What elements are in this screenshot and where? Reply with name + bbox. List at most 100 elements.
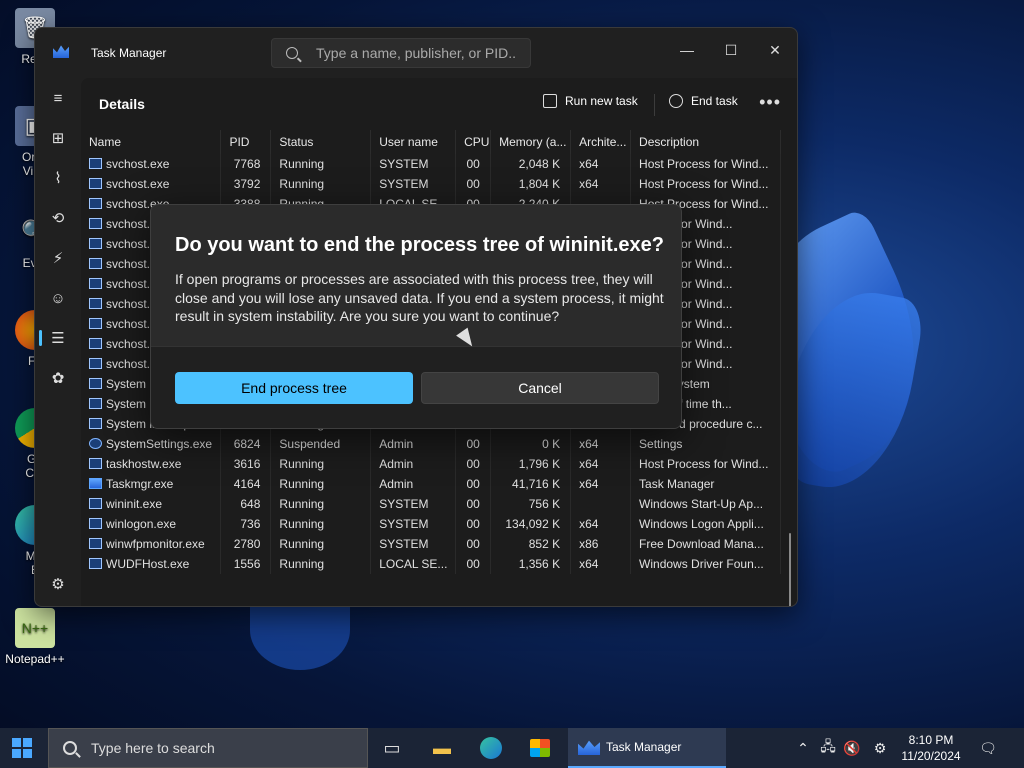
process-icon [89, 198, 102, 209]
cpu-cell-text: 00 [466, 457, 480, 471]
microsoft-store-icon[interactable] [522, 734, 558, 762]
architecture-cell [570, 494, 632, 514]
volume-muted-icon[interactable]: 🔇 [840, 728, 864, 768]
column-header-architecture[interactable]: Archite... [570, 130, 632, 154]
column-header-user-name[interactable]: User name [370, 130, 457, 154]
column-header-name[interactable]: Name [81, 130, 222, 154]
architecture-cell: x64 [570, 474, 632, 494]
architecture-cell: x86 [570, 534, 632, 554]
user-name-cell-text: SYSTEM [379, 497, 429, 511]
end-process-tree-button[interactable]: End process tree [175, 372, 413, 404]
pid-cell: 3616 [220, 454, 272, 474]
status-cell: Running [270, 174, 372, 194]
process-name-cell: SystemSettings.exe [81, 434, 222, 454]
memory-cell: 41,716 K [490, 474, 572, 494]
cpu-cell: 00 [455, 154, 492, 174]
task-view-icon[interactable]: ▭ [374, 734, 410, 762]
performance-icon[interactable]: ⌇ [35, 158, 81, 198]
taskbar-search-placeholder: Type here to search [91, 740, 215, 756]
file-explorer-icon[interactable]: ▬ [424, 734, 460, 762]
edge-icon[interactable] [473, 734, 509, 762]
process-name-cell-text: winwfpmonitor.exe [106, 537, 205, 551]
cpu-cell: 00 [455, 534, 492, 554]
cancel-button[interactable]: Cancel [421, 372, 659, 404]
search-input[interactable] [316, 45, 516, 61]
process-icon [89, 258, 102, 269]
pid-cell: 6824 [220, 434, 272, 454]
system-clock[interactable]: 8:10 PM 11/20/2024 [898, 732, 964, 764]
column-header-status[interactable]: Status [270, 130, 372, 154]
process-name-cell: wininit.exe [81, 494, 222, 514]
notifications-icon[interactable]: 🗨 [974, 728, 1002, 768]
more-options-icon[interactable]: ••• [759, 92, 781, 113]
table-row[interactable]: SystemSettings.exe 6824 Suspended Admin 00 0 … [81, 434, 781, 454]
vertical-scrollbar[interactable] [789, 533, 791, 606]
status-cell: Running [270, 554, 372, 574]
table-row[interactable]: taskhostw.exe 3616 Running Admin 00 1,796 K x6… [81, 454, 781, 474]
table-row[interactable]: Taskmgr.exe 4164 Running Admin 00 41,716 K x64… [81, 474, 781, 494]
end-task-label: End task [691, 94, 738, 108]
user-name-cell: SYSTEM [370, 514, 457, 534]
description-cell: Host Process for Wind... [630, 174, 781, 194]
architecture-cell: x64 [570, 174, 632, 194]
task-manager-icon [578, 740, 600, 755]
details-icon[interactable]: ☰ [35, 318, 81, 358]
status-cell: Running [270, 154, 372, 174]
table-row[interactable]: WUDFHost.exe 1556 Running LOCAL SE... 00 1,35… [81, 554, 781, 574]
table-row[interactable]: winlogon.exe 736 Running SYSTEM 00 134,092 K x… [81, 514, 781, 534]
cpu-cell-text: 00 [466, 557, 480, 571]
title-bar[interactable]: Task Manager — ☐ ✕ [35, 28, 797, 78]
startup-apps-icon[interactable]: ⚡ [35, 238, 81, 278]
network-icon[interactable]: 🖧 [816, 728, 840, 768]
status-cell-text: Running [279, 157, 325, 171]
process-name-cell-text: wininit.exe [106, 497, 163, 511]
column-header-pid[interactable]: PID [220, 130, 272, 154]
services-icon[interactable]: ✿ [35, 358, 81, 398]
taskbar-task-manager-button[interactable]: Task Manager [568, 728, 726, 768]
cpu-cell: 00 [455, 474, 492, 494]
close-button[interactable]: ✕ [753, 36, 797, 64]
processes-icon[interactable]: ⊞ [35, 118, 81, 158]
table-row[interactable]: svchost.exe 7768 Running SYSTEM 00 2,048 K x64… [81, 154, 781, 174]
table-row[interactable]: winwfpmonitor.exe 2780 Running SYSTEM 00 852 … [81, 534, 781, 554]
desktop-icon-notepad-plus-plus[interactable]: N++ Notepad++ [0, 608, 70, 666]
process-icon [89, 538, 102, 549]
pid-cell: 3792 [220, 174, 272, 194]
description-cell-text: Windows Driver Foun... [639, 557, 764, 571]
run-new-task-button[interactable]: Run new task [543, 94, 638, 108]
column-header-description[interactable]: Description [630, 130, 781, 154]
pid-cell-text: 3792 [233, 177, 261, 191]
process-icon [89, 478, 102, 489]
user-name-cell: SYSTEM [370, 534, 457, 554]
users-icon[interactable]: ☺ [35, 278, 81, 318]
pid-cell-text: 648 [240, 497, 261, 511]
minimize-button[interactable]: — [665, 36, 709, 64]
app-history-icon[interactable]: ⟲ [35, 198, 81, 238]
column-header-memory[interactable]: Memory (a... [490, 130, 572, 154]
column-header-cpu[interactable]: CPU [455, 130, 492, 154]
architecture-cell: x64 [570, 434, 632, 454]
end-task-button[interactable]: End task [669, 94, 738, 108]
settings-icon[interactable]: ⚙ [35, 564, 81, 604]
memory-cell-text: 41,716 K [512, 477, 561, 491]
pid-cell-text: 1556 [233, 557, 261, 571]
table-row[interactable]: wininit.exe 648 Running SYSTEM 00 756 K Window… [81, 494, 781, 514]
cpu-cell: 00 [455, 434, 492, 454]
settings-gear-icon[interactable]: ⚙ [868, 728, 892, 768]
start-button[interactable] [12, 738, 32, 758]
show-hidden-icons-chevron-icon[interactable]: ⌃ [792, 728, 814, 768]
description-cell: Windows Driver Foun... [630, 554, 781, 574]
pid-cell: 4164 [220, 474, 272, 494]
hamburger-menu-icon[interactable]: ≡ [35, 78, 81, 118]
search-box[interactable] [271, 38, 531, 68]
maximize-button[interactable]: ☐ [709, 36, 753, 64]
process-icon [89, 518, 102, 529]
taskbar-search-box[interactable]: Type here to search [48, 728, 368, 768]
memory-cell: 1,356 K [490, 554, 572, 574]
process-icon [89, 438, 102, 449]
description-cell: Settings [630, 434, 781, 454]
architecture-cell: x64 [570, 514, 632, 534]
table-row[interactable]: svchost.exe 3792 Running SYSTEM 00 1,804 K x64… [81, 174, 781, 194]
description-cell-text: Windows Start-Up Ap... [639, 497, 764, 511]
description-cell: Host Process for Wind... [630, 154, 781, 174]
